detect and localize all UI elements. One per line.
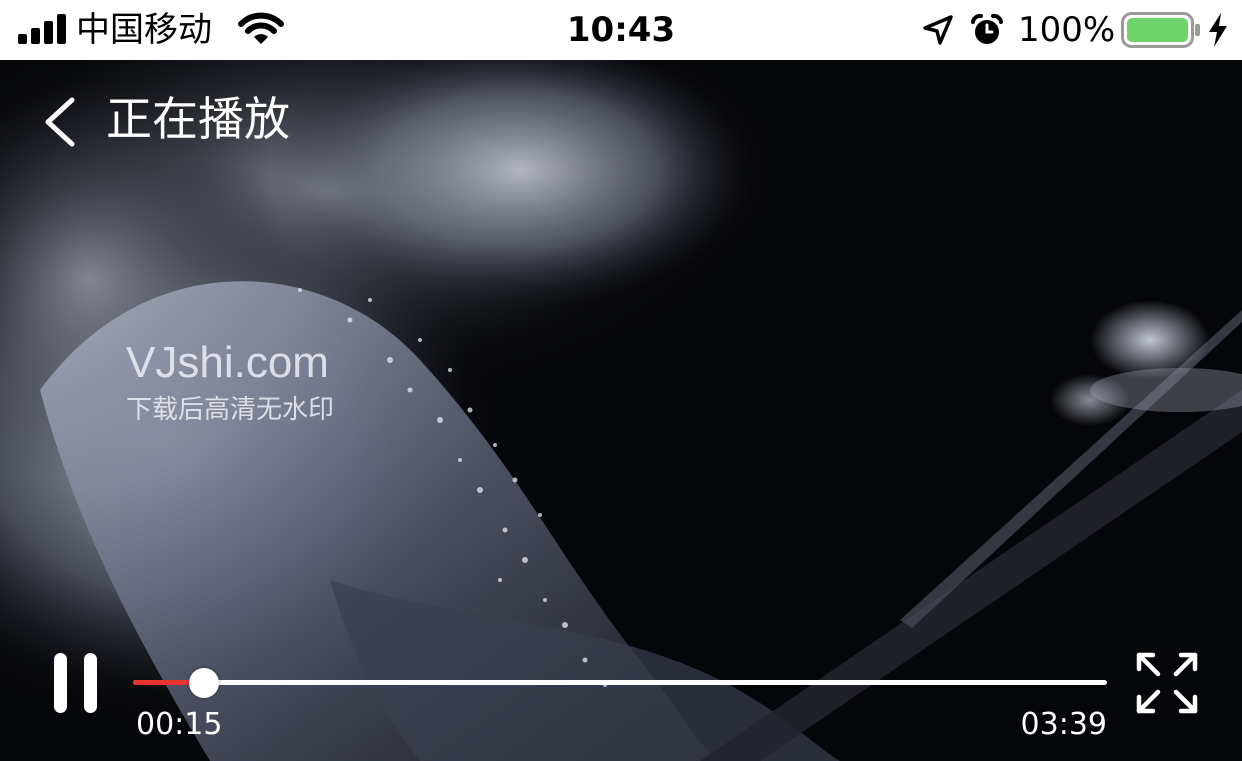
video-frame[interactable]: 正在播放 VJshi.com 下载后高清无水印 00:15 03:39 (0, 60, 1242, 761)
page-title: 正在播放 (106, 92, 290, 146)
battery-percentage: 100% (1018, 10, 1116, 50)
location-arrow-icon (923, 15, 953, 45)
back-button[interactable] (36, 90, 96, 154)
video-watermark: VJshi.com 下载后高清无水印 (126, 336, 334, 430)
battery-icon (1121, 12, 1200, 48)
fullscreen-button[interactable] (1136, 652, 1198, 714)
progress-slider[interactable] (133, 666, 1107, 700)
chevron-left-icon (45, 97, 75, 147)
pause-icon-bar (84, 653, 97, 713)
progress-track (133, 680, 1107, 685)
current-time: 00:15 (136, 707, 223, 742)
pause-icon (54, 653, 67, 713)
total-duration: 03:39 (1020, 707, 1107, 742)
watermark-note: 下载后高清无水印 (126, 395, 335, 425)
pause-button[interactable] (48, 648, 104, 718)
watermark-site: VJshi.com (126, 338, 329, 387)
alarm-icon (971, 13, 1003, 44)
video-player-screen: 中国移动 10:43 100% 正在播放 VJshi.com 下载后高清无水印 … (0, 0, 1242, 761)
charging-bolt-icon (1209, 13, 1227, 47)
expand-arrows-icon (1136, 652, 1198, 714)
battery-level-fill (1127, 18, 1188, 42)
status-bar: 中国移动 10:43 100% (0, 0, 1242, 60)
progress-thumb[interactable] (189, 668, 220, 698)
